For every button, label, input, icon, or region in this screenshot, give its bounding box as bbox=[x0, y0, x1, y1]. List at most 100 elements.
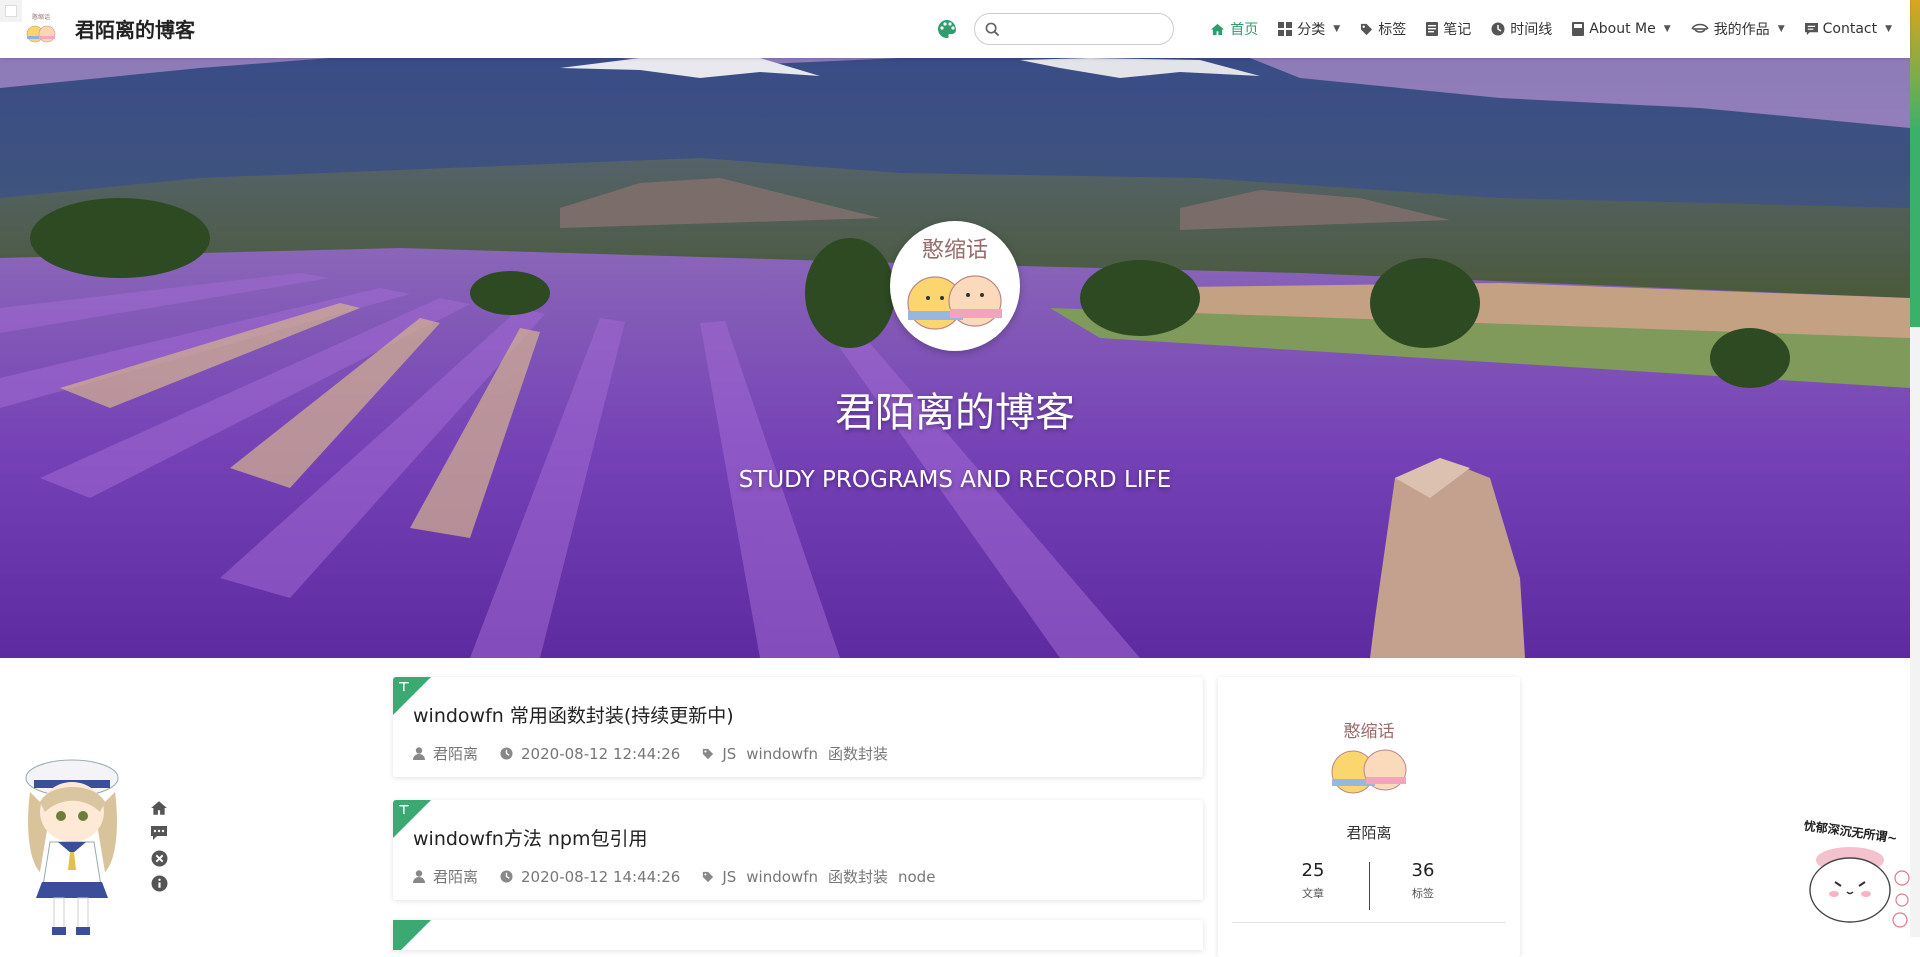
hero-avatar-text: 憨缩话 bbox=[922, 238, 988, 263]
tag-link[interactable]: windowfn bbox=[746, 745, 818, 763]
top-navbar: 憨缩话 君陌离的博客 首页 分类 ▼ 标签 笔记 时间线 About Me ▼ … bbox=[0, 0, 1910, 58]
mascot-sticker: 忧郁深沉无所谓~ bbox=[1790, 818, 1920, 937]
grid-icon bbox=[1278, 22, 1293, 36]
post-card[interactable]: ⊤ windowfn 常用函数封装(持续更新中) 君陌离 2020-08-12 … bbox=[393, 677, 1203, 777]
user-icon bbox=[413, 870, 425, 883]
post-title[interactable]: windowfn 常用函数封装(持续更新中) bbox=[413, 701, 734, 728]
nav-item-label: 我的作品 bbox=[1713, 22, 1770, 38]
stat-tags[interactable]: 36 标签 bbox=[1363, 860, 1483, 901]
stat-label: 标签 bbox=[1412, 887, 1434, 900]
search-input[interactable] bbox=[1006, 20, 1171, 38]
brand-logo: 憨缩话 bbox=[22, 9, 60, 47]
nav-item-home[interactable]: 首页 bbox=[1210, 19, 1258, 39]
pinned-ribbon bbox=[393, 920, 431, 950]
nav-item-timeline[interactable]: 时间线 bbox=[1491, 19, 1552, 39]
post-author[interactable]: 君陌离 bbox=[413, 866, 478, 887]
nav-item-label: About Me bbox=[1589, 21, 1656, 37]
tag-link[interactable]: windowfn bbox=[746, 868, 818, 886]
clock-icon bbox=[1491, 22, 1505, 36]
profile-avatar[interactable]: 憨缩话 bbox=[1323, 717, 1415, 799]
mascot-info-icon[interactable] bbox=[148, 873, 170, 893]
palette-icon[interactable] bbox=[936, 18, 958, 40]
post-card-partial[interactable] bbox=[393, 920, 1203, 950]
book-icon bbox=[1572, 22, 1585, 36]
nav-item-label: 分类 bbox=[1297, 22, 1326, 38]
lavender-field-background bbox=[0, 58, 1910, 658]
post-title[interactable]: windowfn方法 npm包引用 bbox=[413, 824, 647, 851]
user-icon bbox=[413, 747, 425, 760]
hero-subtitle: STUDY PROGRAMS AND RECORD LIFE bbox=[738, 467, 1172, 493]
date-text: 2020-08-12 14:44:26 bbox=[521, 867, 681, 886]
tag-icon bbox=[703, 748, 714, 759]
post-date: 2020-08-12 12:44:26 bbox=[500, 745, 680, 763]
pin-icon: ⊤ bbox=[398, 803, 410, 818]
sticker-text: 忧郁深沉无所谓~ bbox=[1803, 820, 1898, 846]
nav-item-my-works[interactable]: 我的作品 ▼ bbox=[1690, 19, 1785, 39]
brand[interactable]: 憨缩话 君陌离的博客 bbox=[22, 9, 195, 47]
chevron-down-icon: ▼ bbox=[1777, 24, 1785, 34]
nav-item-label: 标签 bbox=[1378, 22, 1407, 38]
post-meta: 君陌离 2020-08-12 14:44:26 JS windowfn 函数封装… bbox=[413, 866, 967, 887]
tag-link[interactable]: node bbox=[898, 868, 935, 886]
mascot-chat-icon[interactable] bbox=[148, 823, 170, 843]
post-date: 2020-08-12 14:44:26 bbox=[500, 868, 680, 886]
post-card[interactable]: ⊤ windowfn方法 npm包引用 君陌离 2020-08-12 14:44… bbox=[393, 800, 1203, 900]
message-icon bbox=[1804, 22, 1818, 35]
nav-item-label: 笔记 bbox=[1443, 22, 1472, 38]
chevron-down-icon: ▼ bbox=[1333, 24, 1341, 34]
profile-card: 憨缩话 君陌离 25 文章 36 标签 bbox=[1218, 677, 1520, 957]
tag-icon bbox=[1361, 23, 1373, 35]
clock-icon bbox=[500, 870, 513, 883]
hero-avatar[interactable]: 憨缩话 bbox=[890, 221, 1020, 351]
profile-divider bbox=[1232, 922, 1506, 923]
tag-link[interactable]: 函数封装 bbox=[828, 866, 888, 887]
svg-text:憨缩话: 憨缩话 bbox=[32, 13, 50, 21]
post-author[interactable]: 君陌离 bbox=[413, 743, 478, 764]
clock-icon bbox=[500, 747, 513, 760]
hero-title: 君陌离的博客 bbox=[835, 390, 1075, 436]
nav-item-about-me[interactable]: About Me ▼ bbox=[1572, 21, 1671, 37]
search-icon bbox=[985, 22, 1000, 36]
nav-item-label: Contact bbox=[1822, 21, 1878, 37]
page-corner-marker bbox=[0, 0, 22, 22]
chevron-down-icon: ▼ bbox=[1885, 24, 1892, 34]
nav-item-notes[interactable]: 笔记 bbox=[1426, 19, 1471, 39]
post-tags: JS windowfn 函数封装 bbox=[702, 743, 898, 764]
mascot-toolbar bbox=[148, 798, 170, 898]
search-box[interactable] bbox=[974, 13, 1175, 45]
eye-icon bbox=[1690, 23, 1709, 33]
nav-item-tags[interactable]: 标签 bbox=[1360, 19, 1406, 39]
profile-stats: 25 文章 36 标签 bbox=[1218, 860, 1520, 910]
home-icon bbox=[1211, 23, 1225, 35]
tag-link[interactable]: JS bbox=[722, 868, 736, 886]
nav-item-contact[interactable]: Contact ▼ bbox=[1804, 21, 1892, 37]
post-tags: JS windowfn 函数封装 node bbox=[702, 866, 945, 887]
note-icon bbox=[1426, 22, 1439, 36]
nav-item-categories[interactable]: 分类 ▼ bbox=[1278, 19, 1340, 39]
chevron-down-icon: ▼ bbox=[1663, 24, 1671, 34]
brand-title: 君陌离的博客 bbox=[75, 17, 195, 42]
stat-value: 36 bbox=[1411, 860, 1435, 881]
mascot-close-icon[interactable] bbox=[148, 848, 170, 868]
tag-link[interactable]: 函数封装 bbox=[828, 743, 888, 764]
nav-item-label: 首页 bbox=[1230, 22, 1259, 38]
author-name: 君陌离 bbox=[433, 745, 479, 763]
stat-posts[interactable]: 25 文章 bbox=[1253, 860, 1373, 901]
post-meta: 君陌离 2020-08-12 12:44:26 JS windowfn 函数封装 bbox=[413, 743, 920, 764]
nav-item-label: 时间线 bbox=[1510, 22, 1553, 38]
hero-banner: 憨缩话 君陌离的博客 STUDY PROGRAMS AND RECORD LIF… bbox=[0, 58, 1910, 658]
stat-label: 文章 bbox=[1302, 887, 1324, 900]
tag-link[interactable]: JS bbox=[722, 745, 736, 763]
author-name: 君陌离 bbox=[433, 868, 479, 886]
page-scrollbar[interactable] bbox=[1910, 0, 1920, 937]
tag-icon bbox=[703, 871, 714, 882]
scrollbar-thumb[interactable] bbox=[1910, 0, 1920, 327]
profile-name: 君陌离 bbox=[1346, 824, 1392, 842]
stat-value: 25 bbox=[1301, 860, 1325, 881]
nav-menu: 首页 分类 ▼ 标签 笔记 时间线 About Me ▼ 我的作品 ▼ Cont… bbox=[936, 0, 1892, 58]
profile-avatar-text: 憨缩话 bbox=[1344, 722, 1395, 742]
live2d-mascot[interactable] bbox=[20, 752, 125, 937]
pin-icon: ⊤ bbox=[398, 680, 410, 695]
mascot-home-icon[interactable] bbox=[148, 798, 170, 818]
date-text: 2020-08-12 12:44:26 bbox=[521, 744, 681, 763]
